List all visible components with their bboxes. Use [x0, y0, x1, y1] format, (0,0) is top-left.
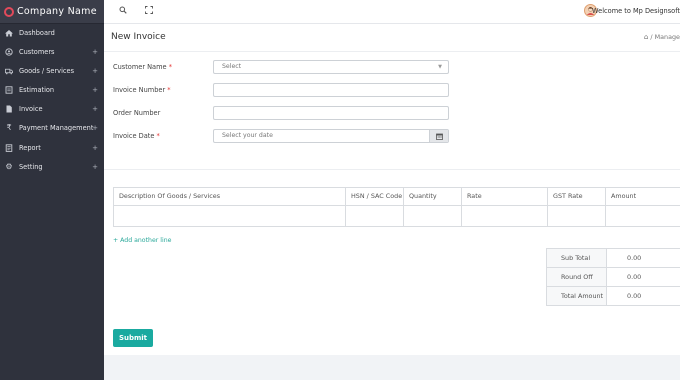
subtotal-value: 0.00 — [606, 248, 680, 268]
plus-icon: + — [92, 85, 98, 94]
page-title: New Invoice — [111, 32, 166, 42]
breadcrumb-label[interactable]: / Manage — [650, 33, 680, 41]
table-header: Rate — [461, 187, 548, 206]
calendar-icon[interactable] — [429, 130, 448, 142]
order-number-input[interactable] — [213, 106, 449, 120]
plus-icon: + — [92, 66, 98, 75]
required-mark: * — [168, 63, 172, 71]
sidebar-item-setting[interactable]: ⚙ Setting + — [0, 157, 104, 176]
round-off-label: Round Off — [546, 267, 607, 287]
invoice-number-label: Invoice Number * — [113, 86, 171, 94]
table-header: GST Rate — [547, 187, 606, 206]
rate-cell[interactable] — [461, 205, 548, 227]
invoice-date-label: Invoice Date * — [113, 132, 160, 140]
sidebar-item-label: Goods / Services — [19, 66, 75, 75]
total-amount-value: 0.00 — [606, 286, 680, 306]
brand[interactable]: Company Name — [0, 0, 104, 24]
invoice-date-input[interactable]: Select your date — [213, 129, 449, 143]
sidebar-item-label: Report — [19, 143, 41, 152]
company-name: Company Name — [17, 6, 97, 17]
gear-icon: ⚙ — [5, 162, 13, 171]
label-text: Customer Name — [113, 63, 167, 71]
dashboard-icon — [5, 29, 13, 37]
search-icon[interactable] — [119, 6, 127, 16]
sidebar-item-invoice[interactable]: Invoice + — [0, 99, 104, 118]
add-line-link[interactable]: + Add another line — [113, 237, 171, 244]
chevron-down-icon: ▼ — [438, 64, 442, 70]
rupee-icon: ₹ — [6, 123, 12, 132]
title-divider — [104, 51, 680, 52]
logo-icon — [4, 6, 14, 17]
sidebar-item-label: Payment Management — [19, 123, 94, 132]
total-amount-label: Total Amount — [546, 286, 607, 306]
round-off-value: 0.00 — [606, 267, 680, 287]
label-text: Invoice Number — [113, 86, 166, 94]
amount-cell[interactable] — [605, 205, 680, 227]
welcome-text: Welcome to Mp Designsoft — [592, 7, 680, 15]
submit-button[interactable]: Submit — [113, 329, 153, 347]
fullscreen-icon[interactable] — [145, 6, 153, 16]
hsn-cell[interactable] — [345, 205, 404, 227]
form-divider — [104, 169, 680, 170]
plus-icon: + — [92, 123, 98, 132]
invoice-icon — [5, 105, 13, 113]
report-icon — [5, 143, 13, 152]
estimation-icon — [5, 85, 13, 94]
table-header: Amount — [605, 187, 680, 206]
sidebar-item-label: Estimation — [19, 85, 55, 94]
sidebar-item-label: Setting — [19, 162, 43, 171]
breadcrumb: ⌂ / Manage — [644, 33, 680, 41]
label-text: Invoice Date — [113, 132, 155, 140]
topbar: Welcome to Mp Designsoft — [104, 0, 680, 24]
gst-rate-cell[interactable] — [547, 205, 606, 227]
customer-name-label: Customer Name * — [113, 63, 172, 71]
sidebar-item-payment-management[interactable]: ₹ Payment Management + — [0, 118, 104, 137]
sidebar-item-label: Customers — [19, 47, 55, 56]
required-mark: * — [156, 132, 160, 140]
customer-select-value: Select — [222, 63, 242, 70]
sidebar: Company Name Dashboard Customers + Goods… — [0, 0, 104, 380]
customers-icon — [5, 47, 13, 56]
plus-icon: + — [92, 162, 98, 171]
sidebar-item-estimation[interactable]: Estimation + — [0, 80, 104, 99]
goods-icon — [5, 67, 13, 75]
plus-icon: + — [92, 47, 98, 56]
description-cell[interactable] — [113, 205, 346, 227]
home-icon[interactable]: ⌂ — [644, 33, 648, 41]
main-content: New Invoice ⌂ / Manage Customer Name * S… — [104, 24, 680, 355]
required-mark: * — [167, 86, 171, 94]
sidebar-item-label: Invoice — [19, 104, 43, 113]
subtotal-label: Sub Total — [546, 248, 607, 268]
table-header: Description Of Goods / Services — [113, 187, 346, 206]
date-placeholder: Select your date — [222, 132, 273, 139]
sidebar-item-goods-services[interactable]: Goods / Services + — [0, 61, 104, 80]
order-number-label: Order Number — [113, 109, 161, 117]
sidebar-item-label: Dashboard — [19, 28, 55, 37]
quantity-cell[interactable] — [403, 205, 462, 227]
sidebar-item-dashboard[interactable]: Dashboard — [0, 23, 104, 42]
table-header: Quantity — [403, 187, 462, 206]
table-header: HSN / SAC Code — [345, 187, 404, 206]
customer-select[interactable]: Select ▼ — [213, 60, 449, 74]
plus-icon: + — [92, 143, 98, 152]
sidebar-item-customers[interactable]: Customers + — [0, 42, 104, 61]
plus-icon: + — [92, 104, 98, 113]
invoice-number-input[interactable] — [213, 83, 449, 97]
sidebar-item-report[interactable]: Report + — [0, 138, 104, 157]
